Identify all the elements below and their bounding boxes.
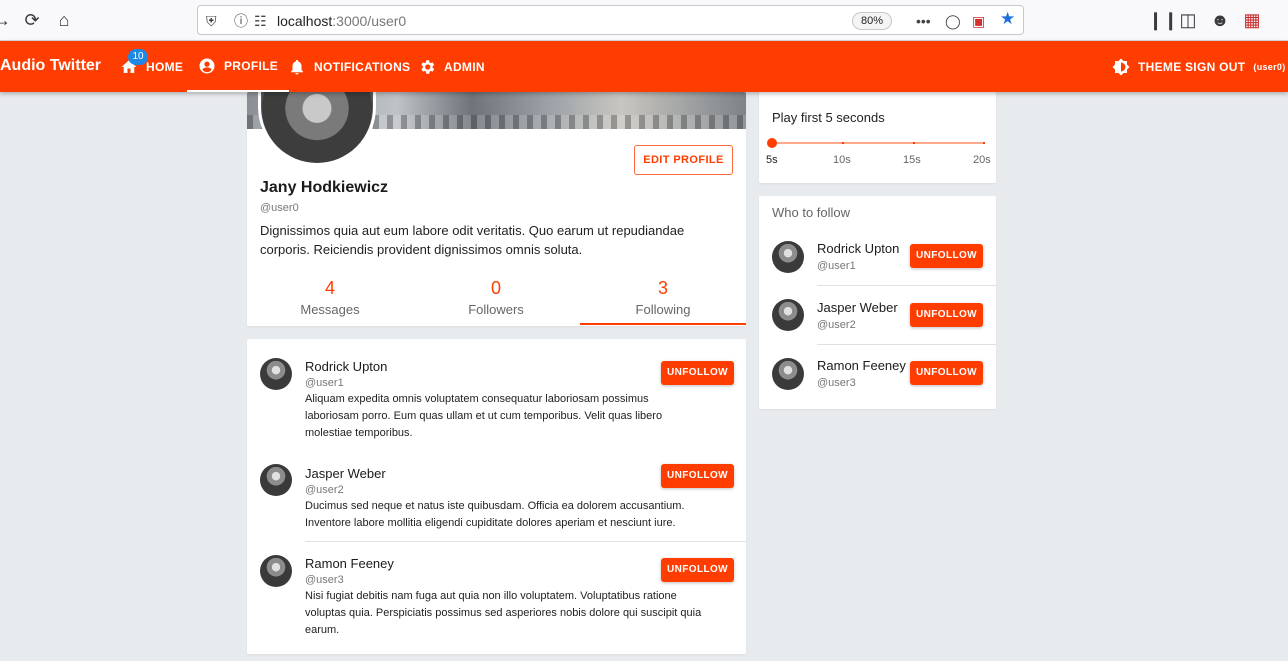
account-circle-icon bbox=[199, 58, 215, 73]
zoom-level[interactable]: 80% bbox=[852, 12, 892, 30]
tab-messages[interactable]: 4 Messages bbox=[247, 278, 413, 317]
pocket-icon[interactable]: ◯ bbox=[945, 12, 961, 30]
play-duration-title: Play first 5 seconds bbox=[772, 110, 885, 125]
avatar[interactable] bbox=[772, 241, 804, 273]
extension-icon[interactable]: ▣ bbox=[972, 12, 985, 30]
nav-home[interactable]: HOME bbox=[120, 41, 183, 92]
slider-tick bbox=[842, 142, 844, 144]
nav-admin-label: ADMIN bbox=[444, 59, 485, 74]
slider-mark-5s[interactable]: 5s bbox=[766, 154, 778, 166]
profile-handle: @user0 bbox=[260, 202, 299, 214]
avatar[interactable] bbox=[260, 555, 292, 587]
messages-count: 4 bbox=[324, 278, 335, 298]
theme-button[interactable]: THEME bbox=[1112, 41, 1182, 92]
user-handle: @user1 bbox=[305, 377, 344, 389]
profile-avatar bbox=[258, 92, 376, 166]
following-list: Rodrick Upton @user1 Aliquam expedita om… bbox=[247, 339, 746, 654]
avatar[interactable] bbox=[772, 358, 804, 390]
addon-icon[interactable]: ▦ bbox=[1242, 10, 1262, 30]
shield-icon[interactable]: ⛨ bbox=[206, 12, 217, 30]
gear-icon bbox=[421, 59, 435, 74]
url-text[interactable]: localhost:3000/user0 bbox=[277, 13, 406, 29]
nav-profile-label: PROFILE bbox=[224, 58, 279, 73]
user-name[interactable]: Rodrick Upton bbox=[305, 359, 387, 374]
followers-count: 0 bbox=[490, 278, 501, 298]
list-divider bbox=[305, 541, 746, 542]
tab-followers[interactable]: 0 Followers bbox=[413, 278, 579, 317]
sign-out-button[interactable]: SIGN OUT (user0) bbox=[1185, 41, 1286, 92]
nav-notifications[interactable]: NOTIFICATIONS bbox=[288, 41, 410, 92]
user-name[interactable]: Jasper Weber bbox=[817, 300, 898, 315]
message-text: Nisi fugiat debitis nam fuga aut quia no… bbox=[305, 590, 702, 636]
sign-out-user: (user0) bbox=[1253, 61, 1286, 72]
who-to-follow-card: Who to follow Rodrick Upton @user1 UNFOL… bbox=[759, 196, 996, 409]
who-to-follow-title: Who to follow bbox=[772, 205, 851, 220]
avatar[interactable] bbox=[260, 358, 292, 390]
library-icon[interactable]: ❙❙ bbox=[1148, 10, 1178, 30]
user-handle: @user3 bbox=[817, 377, 856, 389]
user-handle: @user1 bbox=[817, 260, 856, 272]
sign-out-label: SIGN OUT bbox=[1185, 59, 1246, 74]
unfollow-button[interactable]: UNFOLLOW bbox=[661, 361, 734, 385]
profile-card: EDIT PROFILE Jany Hodkiewicz @user0 Dign… bbox=[247, 92, 746, 326]
brightness-icon bbox=[1112, 58, 1130, 75]
more-icon[interactable]: ••• bbox=[916, 12, 931, 30]
sidebar-icon[interactable]: ◫ bbox=[1178, 10, 1198, 30]
message-text: Aliquam expedita omnis voluptatem conseq… bbox=[305, 393, 663, 439]
unfollow-button[interactable]: UNFOLLOW bbox=[661, 464, 734, 488]
user-handle: @user2 bbox=[305, 484, 344, 496]
permissions-icon[interactable]: ☷ bbox=[254, 12, 267, 30]
active-tab-indicator bbox=[580, 323, 746, 325]
avatar[interactable] bbox=[260, 464, 292, 496]
bookmark-star-icon[interactable]: ★ bbox=[1000, 10, 1015, 28]
app-title[interactable]: Audio Twitter bbox=[0, 57, 101, 75]
user-name[interactable]: Rodrick Upton bbox=[817, 241, 899, 256]
slider-tick bbox=[913, 142, 915, 144]
list-divider bbox=[817, 285, 996, 286]
home-icon[interactable]: ⌂ bbox=[54, 10, 74, 30]
profile-bio: Dignissimos quia aut eum labore odit ver… bbox=[260, 223, 685, 257]
following-count: 3 bbox=[657, 278, 668, 298]
nav-home-label: HOME bbox=[146, 59, 184, 74]
profile-name: Jany Hodkiewicz bbox=[260, 179, 389, 196]
nav-admin[interactable]: ADMIN bbox=[418, 41, 485, 92]
unfollow-button[interactable]: UNFOLLOW bbox=[910, 361, 983, 385]
list-divider bbox=[817, 344, 996, 345]
followers-label: Followers bbox=[468, 302, 524, 317]
following-label: Following bbox=[635, 302, 691, 317]
unfollow-button[interactable]: UNFOLLOW bbox=[661, 558, 734, 582]
app-bar: Audio Twitter HOME 10 PROFILE NOTIFICATI… bbox=[0, 41, 1288, 92]
browser-toolbar: → ⟳ ⌂ ⛨ ⓘ ☷ localhost:3000/user0 80% •••… bbox=[0, 0, 1288, 41]
nav-notifications-label: NOTIFICATIONS bbox=[314, 59, 411, 74]
reload-icon[interactable]: ⟳ bbox=[22, 10, 42, 30]
info-icon[interactable]: ⓘ bbox=[234, 12, 248, 30]
slider-mark-10s[interactable]: 10s bbox=[833, 154, 851, 166]
slider-tick bbox=[983, 142, 985, 144]
bell-icon bbox=[291, 59, 303, 74]
slider-mark-15s[interactable]: 15s bbox=[903, 154, 921, 166]
nav-profile[interactable]: PROFILE bbox=[187, 41, 290, 92]
unfollow-button[interactable]: UNFOLLOW bbox=[910, 303, 983, 327]
avatar[interactable] bbox=[772, 299, 804, 331]
account-icon[interactable]: ☻ bbox=[1210, 10, 1230, 30]
edit-profile-button[interactable]: EDIT PROFILE bbox=[634, 145, 733, 175]
user-name[interactable]: Jasper Weber bbox=[305, 466, 386, 481]
duration-slider[interactable] bbox=[772, 142, 984, 144]
slider-mark-20s[interactable]: 20s bbox=[973, 154, 991, 166]
tab-following[interactable]: 3 Following bbox=[580, 278, 746, 317]
user-handle: @user2 bbox=[817, 319, 856, 331]
messages-label: Messages bbox=[300, 302, 360, 317]
slider-thumb[interactable] bbox=[767, 138, 777, 148]
unfollow-button[interactable]: UNFOLLOW bbox=[910, 244, 983, 268]
user-name[interactable]: Ramon Feeney bbox=[305, 556, 394, 571]
play-duration-card: Play first 5 seconds 5s 10s 15s 20s bbox=[759, 92, 996, 183]
theme-label: THEME bbox=[1138, 59, 1182, 74]
user-name[interactable]: Ramon Feeney bbox=[817, 358, 906, 373]
message-text: Ducimus sed neque et natus iste quibusda… bbox=[305, 500, 685, 529]
user-handle: @user3 bbox=[305, 574, 344, 586]
forward-icon[interactable]: → bbox=[0, 10, 12, 30]
notification-count-badge: 10 bbox=[128, 49, 148, 65]
url-bar[interactable]: ⛨ ⓘ ☷ localhost:3000/user0 80% ••• ◯ ▣ ★ bbox=[197, 5, 1024, 35]
